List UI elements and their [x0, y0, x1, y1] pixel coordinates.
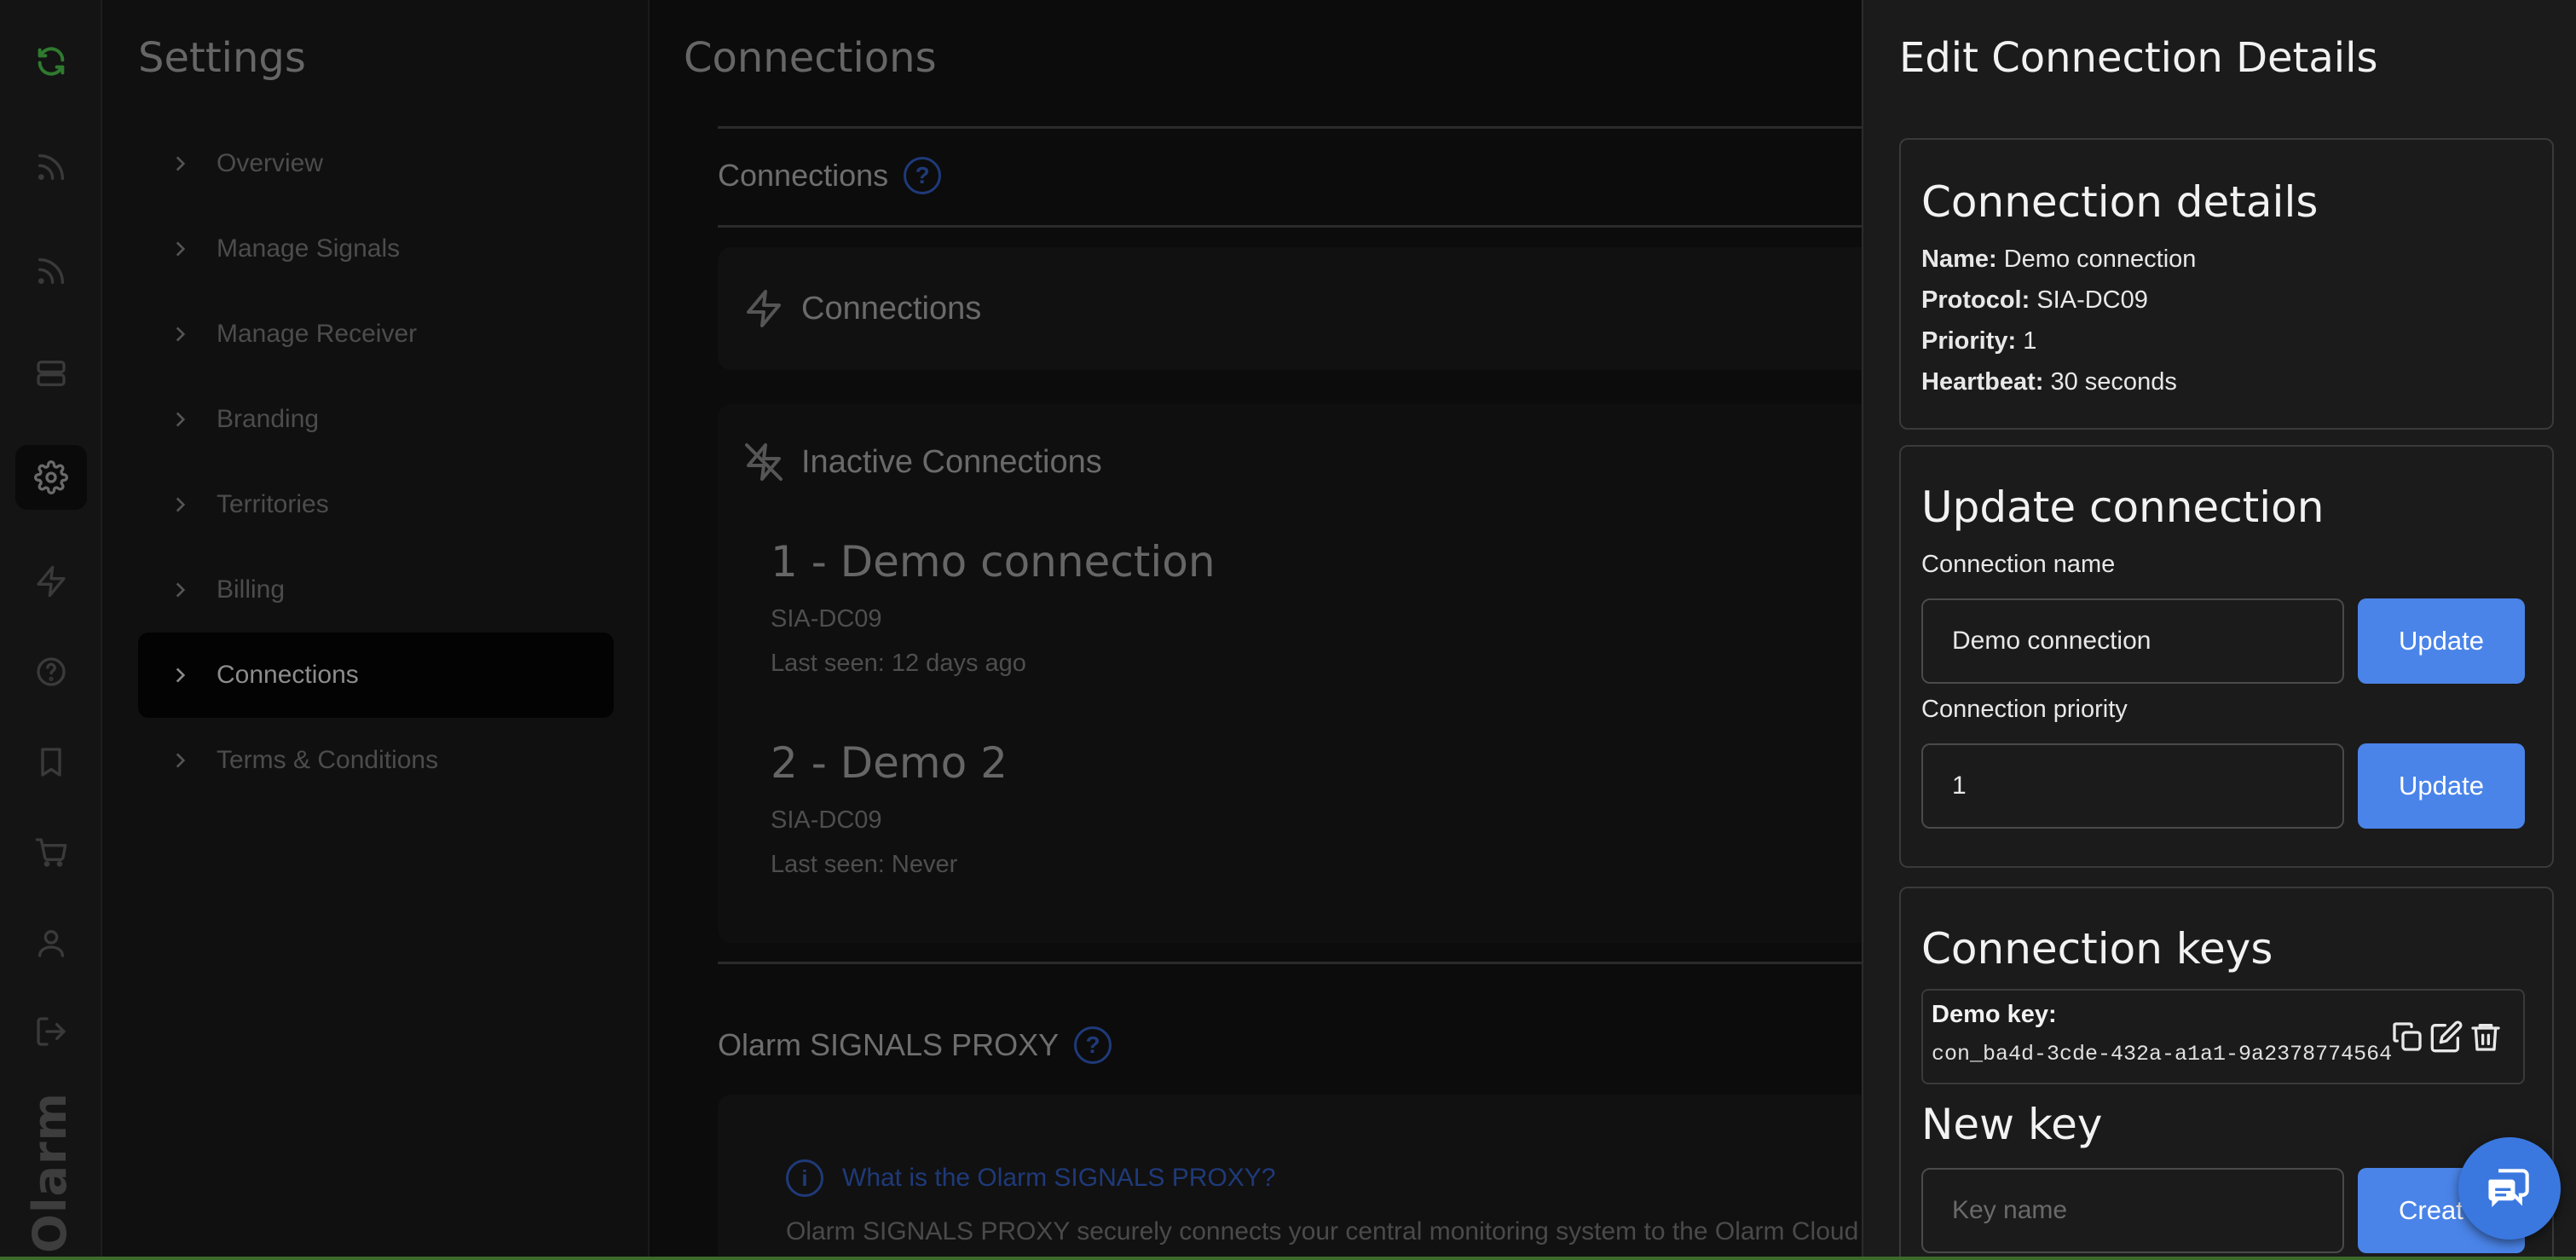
olarm-logo: Olarm [22, 1091, 77, 1253]
chat-button[interactable] [2458, 1137, 2561, 1240]
divider [718, 126, 1862, 129]
connection-item-title[interactable]: 2 - Demo 2 [771, 738, 1008, 788]
keys-heading: Connection keys [1921, 924, 2273, 974]
inactive-card-header: Inactive Connections [743, 442, 1102, 483]
menu-item-billing[interactable]: Billing [138, 547, 614, 633]
menu-item-label: Billing [217, 575, 286, 604]
chevron-right-icon [176, 497, 186, 512]
key-item: Demo key: con_ba4d-3cde-432a-a1a1-9a2378… [1921, 989, 2525, 1084]
proxy-question: What is the Olarm SIGNALS PROXY? [842, 1164, 1276, 1192]
menu-item-overview[interactable]: Overview [138, 121, 614, 206]
menu-item-territories[interactable]: Territories [138, 462, 614, 547]
menu-item-label: Connections [217, 661, 359, 689]
chevron-right-icon [176, 668, 186, 683]
key-name-input[interactable] [1921, 1168, 2344, 1253]
proxy-description: Olarm SIGNALS PROXY securely connects yo… [786, 1217, 1859, 1246]
settings-sidebar: Settings Overview Manage Signals Manage … [102, 0, 650, 1260]
info-icon: i [786, 1159, 823, 1197]
inactive-connections-card: Inactive Connections 1 - Demo connection… [718, 404, 1862, 943]
help-icon[interactable]: ? [1074, 1026, 1112, 1064]
card-title: Inactive Connections [801, 443, 1102, 480]
new-key-heading: New key [1921, 1100, 2103, 1149]
refresh-icon[interactable] [15, 29, 87, 94]
proxy-info-link[interactable]: i What is the Olarm SIGNALS PROXY? [786, 1159, 1276, 1197]
connection-priority-input[interactable] [1921, 743, 2344, 829]
icon-rail: Olarm [0, 0, 102, 1260]
menu-item-manage-signals[interactable]: Manage Signals [138, 206, 614, 292]
menu-item-label: Territories [217, 490, 329, 518]
menu-item-label: Terms & Conditions [217, 746, 439, 774]
menu-item-label: Branding [217, 405, 320, 433]
connection-name-input[interactable] [1921, 598, 2344, 684]
chevron-right-icon [176, 753, 186, 768]
cart-icon[interactable] [15, 820, 87, 885]
update-connection-box: Update connection Connection name Update… [1899, 445, 2554, 868]
signal-icon[interactable] [15, 135, 87, 199]
detail-priority: Priority: 1 [1921, 327, 2037, 355]
menu-item-label: Manage Receiver [217, 320, 418, 348]
panel-title: Edit Connection Details [1899, 34, 2378, 82]
settings-title: Settings [138, 34, 306, 82]
menu-item-connections[interactable]: Connections [138, 633, 614, 718]
chevron-right-icon [176, 156, 186, 171]
help-circle-icon[interactable] [15, 639, 87, 704]
chevron-right-icon [176, 327, 186, 342]
section-heading-label: Olarm SIGNALS PROXY [718, 1027, 1060, 1062]
copy-icon[interactable] [2390, 1020, 2424, 1054]
edit-connection-panel: Edit Connection Details Connection detai… [1862, 0, 2576, 1260]
detail-heartbeat: Heartbeat: 30 seconds [1921, 368, 2177, 396]
user-icon[interactable] [15, 910, 87, 975]
menu-item-manage-receiver[interactable]: Manage Receiver [138, 292, 614, 377]
connection-item-title[interactable]: 1 - Demo connection [771, 537, 1216, 587]
update-priority-button[interactable]: Update [2358, 743, 2525, 829]
chevron-right-icon [176, 412, 186, 427]
bottom-bar [0, 1257, 2576, 1260]
trash-icon[interactable] [2469, 1020, 2503, 1054]
connection-last-seen: Last seen: Never [771, 851, 958, 878]
signal-alt-icon[interactable] [15, 239, 87, 303]
server-icon[interactable] [15, 341, 87, 406]
menu-item-label: Manage Signals [217, 234, 401, 263]
connections-section-heading: Connections ? [718, 157, 942, 194]
help-icon[interactable]: ? [904, 157, 942, 194]
bookmark-icon[interactable] [15, 730, 87, 795]
logout-icon[interactable] [15, 999, 87, 1064]
connections-card-header: Connections [743, 288, 981, 329]
section-heading-label: Connections [718, 158, 889, 193]
chevron-right-icon [176, 241, 186, 257]
connection-protocol: SIA-DC09 [771, 605, 882, 633]
key-value: con_ba4d-3cde-432a-a1a1-9a2378774564 [1932, 1042, 2393, 1066]
details-heading: Connection details [1921, 177, 2319, 227]
menu-item-terms[interactable]: Terms & Conditions [138, 718, 614, 803]
connection-protocol: SIA-DC09 [771, 806, 882, 834]
detail-protocol: Protocol: SIA-DC09 [1921, 286, 2148, 314]
proxy-section-heading: Olarm SIGNALS PROXY ? [718, 1026, 1112, 1064]
lightning-icon [747, 290, 781, 327]
detail-name: Name: Demo connection [1921, 246, 2197, 273]
connection-name-label: Connection name [1921, 551, 2116, 578]
main-content: Connections Connections ? Connections In… [650, 0, 1862, 1260]
connections-card: Connections [718, 247, 1862, 370]
chevron-right-icon [176, 582, 186, 598]
divider [718, 225, 1862, 228]
card-title: Connections [801, 290, 982, 327]
settings-gear-icon[interactable] [15, 445, 87, 510]
connection-last-seen: Last seen: 12 days ago [771, 650, 1026, 677]
key-name: Demo key: [1932, 1001, 2057, 1028]
connection-details-box: Connection details Name: Demo connection… [1899, 138, 2554, 430]
lightning-off-icon [745, 443, 783, 481]
connection-keys-box: Connection keys Demo key: con_ba4d-3cde-… [1899, 887, 2554, 1260]
chat-icon [2488, 1169, 2529, 1207]
page-title: Connections [684, 34, 937, 82]
edit-icon[interactable] [2429, 1020, 2463, 1054]
lightning-icon[interactable] [15, 549, 87, 614]
menu-item-branding[interactable]: Branding [138, 377, 614, 462]
divider [718, 962, 1862, 964]
update-name-button[interactable]: Update [2358, 598, 2525, 684]
menu-item-label: Overview [217, 149, 324, 177]
update-heading: Update connection [1921, 483, 2325, 532]
connection-priority-label: Connection priority [1921, 696, 2128, 723]
